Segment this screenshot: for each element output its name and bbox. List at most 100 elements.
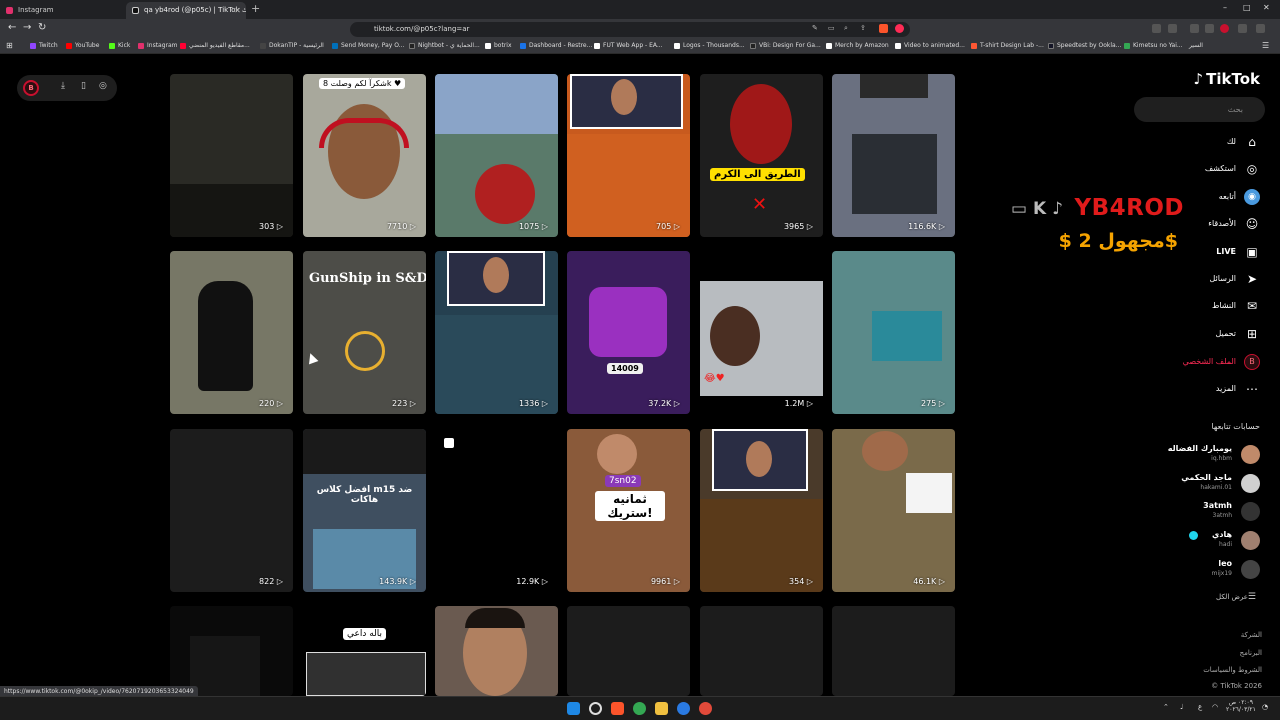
brave-rewards-icon[interactable] [895, 24, 904, 33]
bookmark-item[interactable]: Dashboard - Restre... [520, 42, 592, 49]
bookmark-item[interactable]: Logos - Thousands... [674, 42, 745, 49]
translate-icon[interactable]: ✎ [812, 24, 818, 32]
video-tile[interactable]: 220 ▷ [170, 251, 293, 414]
reload-button[interactable]: ↻ [38, 22, 46, 33]
video-tile[interactable] [700, 606, 823, 696]
bookmark-item[interactable]: Kimetsu no Yai... [1124, 42, 1183, 49]
more-bookmarks-icon[interactable]: ☰ [1262, 41, 1269, 50]
footer-link-company[interactable]: الشركة [1241, 631, 1262, 639]
phone-icon[interactable]: ▯ [81, 81, 86, 91]
compass-icon[interactable]: ◎ [99, 81, 107, 91]
tiktok-logo[interactable]: ♪ TikTok [1194, 70, 1260, 88]
bookmark-item[interactable]: مقاطع الفيديو المنضي... [180, 42, 250, 49]
tray-chevron-icon[interactable]: ⌃ [1163, 703, 1169, 711]
app-icon[interactable] [677, 702, 690, 715]
search-icon[interactable] [589, 702, 602, 715]
app-icon[interactable] [699, 702, 712, 715]
extension-icon[interactable] [1168, 24, 1177, 33]
video-tile[interactable]: 46.1K ▷ [832, 429, 955, 592]
account-item[interactable]: هادي hadi [1130, 528, 1260, 554]
bookmark-item[interactable]: Instagram [138, 42, 178, 49]
video-tile[interactable]: شكرآ لكم وصلت 8k ♥ 7710 ▷ [303, 74, 426, 237]
video-tile[interactable]: 116.6K ▷ [832, 74, 955, 237]
bookmark-item[interactable]: Send Money, Pay O... [332, 42, 404, 49]
extension-icon[interactable] [1152, 24, 1161, 33]
avatar[interactable]: B [23, 80, 39, 96]
nav-explore[interactable]: استكشف ◎ [1132, 160, 1262, 178]
video-tile[interactable]: 1336 ▷ [435, 251, 558, 414]
forward-button[interactable]: → [23, 22, 31, 33]
video-tile[interactable] [567, 606, 690, 696]
file-explorer-icon[interactable] [655, 702, 668, 715]
video-tile[interactable]: 354 ▷ [700, 429, 823, 592]
video-tile[interactable]: افضل كلاس m15 ضد هاكات 143.9K ▷ [303, 429, 426, 592]
apps-icon[interactable]: ⊞ [6, 41, 13, 50]
video-tile[interactable]: 705 ▷ [567, 74, 690, 237]
bookmark-item[interactable]: السير [1180, 42, 1203, 49]
bookmark-item[interactable]: FUT Web App - EA... [594, 42, 663, 49]
video-tile[interactable] [832, 606, 955, 696]
wifi-icon[interactable]: ◠ [1212, 703, 1218, 711]
account-item[interactable]: يومبارك الفضاله iq.hbm [1130, 442, 1260, 468]
menu-icon[interactable] [1256, 24, 1265, 33]
windows-start-icon[interactable] [567, 702, 580, 715]
new-tab-button[interactable]: + [251, 2, 260, 15]
tab-tiktok[interactable]: qa yb4rod (@p05c) | TikTok تيك توك ✕ [126, 2, 246, 19]
bookmark-item[interactable]: Merch by Amazon [826, 42, 889, 49]
nav-messages[interactable]: الرسائل ➤ [1132, 270, 1262, 288]
nav-more[interactable]: المزيد ⋯ [1132, 380, 1262, 398]
bookmark-item[interactable]: VBi: Design For Ga... [750, 42, 821, 49]
account-item[interactable]: ماجد الحكمي hakami.01 [1130, 471, 1260, 497]
video-tile[interactable] [435, 606, 558, 696]
bookmark-item[interactable]: Nightbot - الحماية ي... [409, 42, 480, 49]
video-tile[interactable]: 822 ▷ [170, 429, 293, 592]
bookmark-item[interactable]: Twitch [30, 42, 58, 49]
sidebar-toggle-icon[interactable] [1205, 24, 1214, 33]
cast-icon[interactable]: ▭ [828, 24, 835, 32]
nav-upload[interactable]: تحميل ⊞ [1132, 325, 1262, 343]
mic-icon[interactable]: ♩ [1180, 703, 1183, 711]
media-icon[interactable] [1190, 24, 1199, 33]
bookmark-item[interactable]: botrix [485, 42, 512, 49]
bookmark-item[interactable]: T-shirt Design Lab -... [971, 42, 1044, 49]
nav-activity[interactable]: النشاط ✉ [1132, 297, 1262, 315]
video-tile[interactable]: 12.9K ▷ [435, 429, 558, 592]
video-tile[interactable] [170, 606, 293, 696]
clock[interactable]: ٠٢:٠٩ ص ٢٠٢٦/٠٣/٢١ [1226, 699, 1256, 713]
chrome-icon[interactable] [633, 702, 646, 715]
account-item[interactable]: 3atmh 3atmh [1130, 499, 1260, 525]
brave-icon[interactable] [611, 702, 624, 715]
video-tile[interactable]: 1075 ▷ [435, 74, 558, 237]
zoom-icon[interactable]: ⌕ [844, 24, 848, 33]
bookmark-item[interactable]: Kick [109, 42, 130, 49]
wallet-icon[interactable] [1238, 24, 1247, 33]
bookmark-item[interactable]: DokanTIP - الرئيسية [260, 42, 324, 49]
close-tab-icon[interactable]: ✕ [234, 2, 241, 19]
bookmark-item[interactable]: YouTube [66, 42, 99, 49]
video-tile[interactable]: GunShip in S&D 223 ▷ [303, 251, 426, 414]
language-indicator[interactable]: ع [1198, 703, 1202, 711]
account-item[interactable]: leo mijx19 [1130, 557, 1260, 583]
video-tile[interactable]: 7sn02 ثمانيه ستريك! 9961 ▷ [567, 429, 690, 592]
video-tile[interactable]: 303 ▷ [170, 74, 293, 237]
share-icon[interactable]: ⇪ [860, 24, 866, 32]
download-icon[interactable]: ⤓ [61, 81, 65, 91]
footer-link-terms[interactable]: الشروط والسياسات [1203, 666, 1262, 674]
brave-shield-icon[interactable] [879, 24, 888, 33]
bookmark-item[interactable]: Video to animated... [895, 42, 965, 49]
nav-for-you[interactable]: لك ⌂ [1132, 133, 1262, 151]
notification-icon[interactable]: ◔ [1262, 703, 1268, 711]
video-tile[interactable]: 275 ▷ [832, 251, 955, 414]
bookmark-item[interactable]: Speedtest by Ookla... [1048, 42, 1121, 49]
search-input[interactable]: بحث [1134, 97, 1265, 122]
video-tile[interactable]: 😂♥ 1.2M ▷ [700, 251, 823, 414]
footer-link-program[interactable]: البرنامج [1240, 649, 1262, 657]
close-window-button[interactable]: ✕ [1263, 3, 1270, 12]
see-all-button[interactable]: عرض الكل [1216, 593, 1248, 601]
tab-instagram[interactable]: Instagram [0, 2, 120, 19]
nav-profile[interactable]: الملف الشخصي B [1132, 353, 1262, 371]
back-button[interactable]: ← [8, 22, 16, 33]
video-tile[interactable]: 14009 37.2K ▷ [567, 251, 690, 414]
video-tile[interactable]: باله داعي [303, 606, 426, 696]
address-bar[interactable]: tiktok.com/@p05c?lang=ar [350, 22, 910, 37]
